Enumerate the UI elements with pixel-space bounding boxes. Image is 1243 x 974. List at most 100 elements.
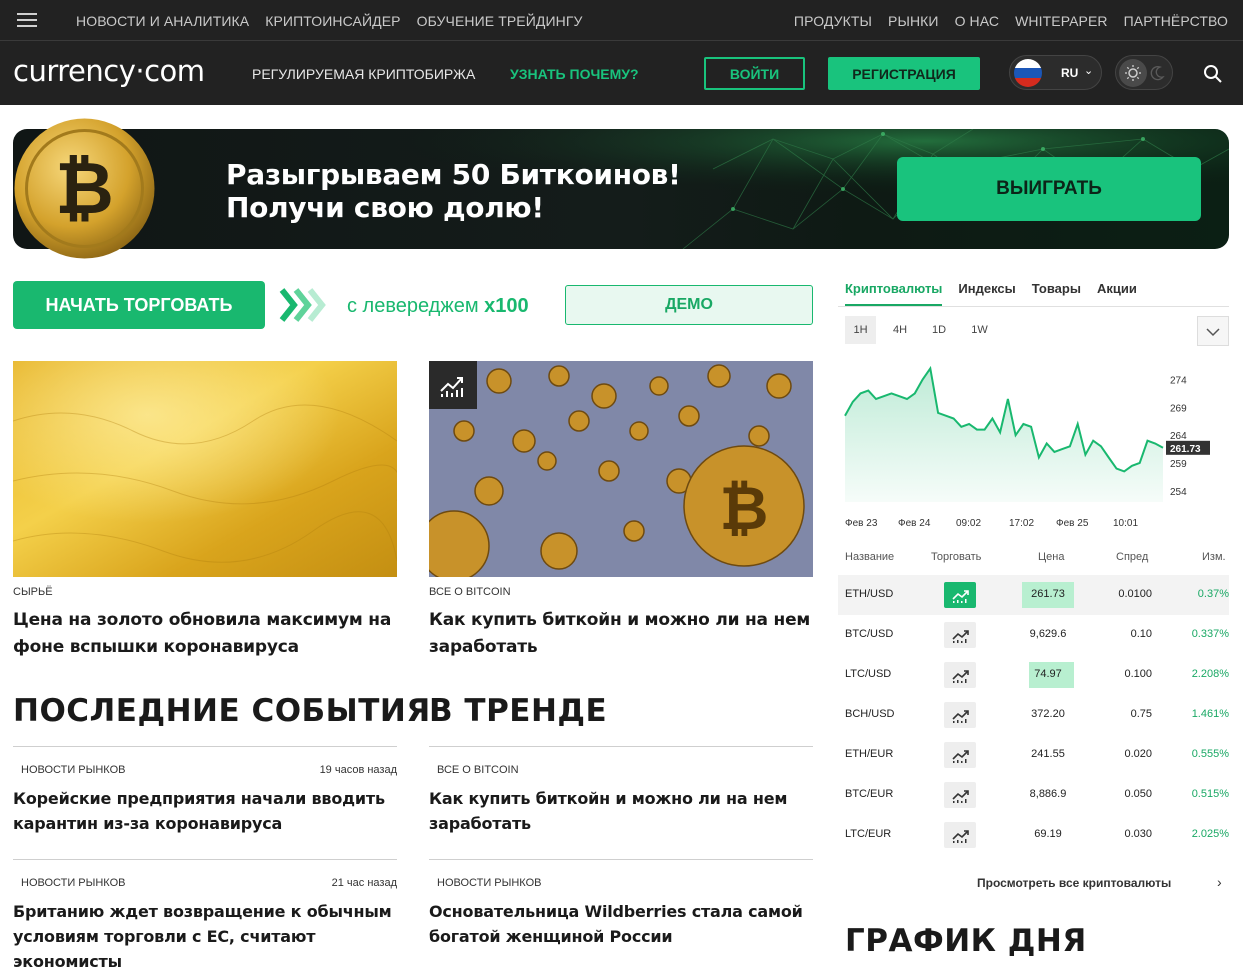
pair-name[interactable]: ETH/EUR	[845, 748, 893, 760]
price-value: 261.73	[1031, 588, 1065, 600]
tab-indices[interactable]: Индексы	[958, 281, 1015, 306]
news-category[interactable]: НОВОСТИ РЫНКОВ	[437, 877, 541, 889]
pair-name[interactable]: LTC/USD	[845, 668, 891, 680]
news-title[interactable]: Основательница Wildberries стала самой б…	[429, 899, 813, 949]
card-title[interactable]: Как купить биткойн и можно ли на нем зар…	[429, 607, 813, 661]
period-1d[interactable]: 1D	[924, 316, 954, 344]
news-category[interactable]: НОВОСТИ РЫНКОВ	[21, 764, 125, 776]
table-row[interactable]: ETH/EUR 241.55 0.020 0.555%	[838, 735, 1229, 775]
view-all-crypto-link[interactable]: Просмотреть все криптовалюты	[977, 876, 1171, 890]
sun-icon	[1119, 59, 1147, 87]
divider	[13, 746, 397, 747]
news-category[interactable]: НОВОСТИ РЫНКОВ	[21, 877, 125, 889]
card-category[interactable]: СЫРЬЁ	[13, 586, 53, 598]
trade-chart-icon[interactable]	[944, 702, 976, 728]
nav-crypto-insider[interactable]: КРИПТОИНСАЙДЕР	[265, 13, 400, 29]
language-code: RU	[1061, 66, 1079, 80]
tab-crypto[interactable]: Криптовалюты	[845, 281, 943, 306]
tab-stocks[interactable]: Акции	[1097, 281, 1137, 306]
news-time: 21 час назад	[331, 877, 397, 889]
nav-trading-education[interactable]: ОБУЧЕНИЕ ТРЕЙДИНГУ	[417, 13, 583, 29]
price-chart[interactable]: 274 269 264 259 254 261.73	[838, 356, 1229, 536]
spread-value: 0.100	[1124, 668, 1152, 680]
col-name: Название	[845, 551, 895, 563]
chevron-right-icon[interactable]: ›	[1217, 874, 1222, 890]
start-trading-button[interactable]: НАЧАТЬ ТОРГОВАТЬ	[13, 281, 265, 329]
table-row[interactable]: BTC/EUR 8,886.9 0.050 0.515%	[838, 775, 1229, 815]
bitcoin-article-image[interactable]: ₿	[429, 361, 813, 577]
header-tagline: РЕГУЛИРУЕМАЯ КРИПТОБИРЖА	[252, 66, 476, 82]
table-row[interactable]: ETH/USD 261.73 0.0100 0.37%	[838, 575, 1229, 615]
table-row[interactable]: LTC/USD 74.97 0.100 2.208%	[838, 655, 1229, 695]
card-category[interactable]: ВСЕ О BITCOIN	[429, 586, 511, 598]
card-title[interactable]: Цена на золото обновила максимум на фоне…	[13, 607, 397, 661]
pair-name[interactable]: BCH/USD	[845, 708, 895, 720]
table-row[interactable]: LTC/EUR 69.19 0.030 2.025%	[838, 815, 1229, 855]
tab-commodities[interactable]: Товары	[1032, 281, 1081, 306]
menu-icon[interactable]	[17, 13, 37, 27]
period-1w[interactable]: 1W	[964, 316, 995, 344]
banner-title: Разыгрываем 50 Биткоинов! Получи свою до…	[226, 158, 681, 224]
top-nav-right: ПРОДУКТЫ РЫНКИ О НАС WHITEPAPER ПАРТНЁРС…	[794, 0, 1228, 41]
search-icon[interactable]	[1203, 64, 1223, 84]
nav-partnership[interactable]: ПАРТНЁРСТВО	[1124, 13, 1228, 29]
trade-chart-icon[interactable]	[944, 822, 976, 848]
news-title[interactable]: Как купить биткойн и можно ли на нем зар…	[429, 786, 813, 836]
col-price: Цена	[1038, 551, 1065, 563]
news-title[interactable]: Британию ждет возвращение к обычным усло…	[13, 899, 397, 974]
nav-whitepaper[interactable]: WHITEPAPER	[1015, 13, 1108, 29]
market-tabs: Криптовалюты Индексы Товары Акции	[845, 281, 1137, 306]
trade-chart-icon[interactable]	[944, 782, 976, 808]
login-button[interactable]: ВОЙТИ	[704, 57, 805, 90]
col-trade: Торговать	[931, 551, 982, 563]
trade-chart-icon[interactable]	[944, 662, 976, 688]
theme-toggle[interactable]	[1115, 55, 1173, 90]
spread-value: 0.10	[1130, 628, 1152, 640]
spread-value: 0.75	[1130, 708, 1152, 720]
language-selector[interactable]: RU ⌄	[1009, 55, 1102, 90]
pair-name[interactable]: BTC/EUR	[845, 788, 893, 800]
russia-flag-icon	[1014, 59, 1042, 87]
nav-products[interactable]: ПРОДУКТЫ	[794, 13, 872, 29]
chevron-down-icon	[1206, 328, 1220, 337]
chart-dropdown[interactable]	[1197, 316, 1229, 346]
bitcoin-coin-image: ₿	[14, 118, 155, 259]
pair-name[interactable]: BTC/USD	[845, 628, 893, 640]
pair-name[interactable]: ETH/USD	[845, 588, 893, 600]
top-nav-left: НОВОСТИ И АНАЛИТИКА КРИПТОИНСАЙДЕР ОБУЧЕ…	[76, 0, 583, 41]
demo-button[interactable]: ДЕМО	[565, 285, 813, 325]
nav-markets[interactable]: РЫНКИ	[888, 13, 939, 29]
period-4h[interactable]: 4H	[885, 316, 915, 344]
site-header: currency·com РЕГУЛИРУЕМАЯ КРИПТОБИРЖА УЗ…	[0, 41, 1243, 105]
top-navigation: НОВОСТИ И АНАЛИТИКА КРИПТОИНСАЙДЕР ОБУЧЕ…	[0, 0, 1243, 41]
gold-article-image[interactable]	[13, 361, 397, 577]
trade-chart-icon[interactable]	[944, 622, 976, 648]
trending-title: В ТРЕНДЕ	[429, 693, 608, 729]
pair-name[interactable]: LTC/EUR	[845, 828, 891, 840]
nav-news-analytics[interactable]: НОВОСТИ И АНАЛИТИКА	[76, 13, 249, 29]
y-tick-label: 259	[1170, 459, 1187, 470]
price-value: 8,886.9	[1029, 788, 1067, 800]
table-row[interactable]: BCH/USD 372.20 0.75 1.461%	[838, 695, 1229, 735]
news-time: 19 часов назад	[319, 764, 397, 776]
nav-about[interactable]: О НАС	[955, 13, 1000, 29]
news-category[interactable]: ВСЕ О BITCOIN	[437, 764, 519, 776]
price-value: 69.19	[1034, 828, 1062, 840]
win-button[interactable]: ВЫИГРАТЬ	[897, 157, 1201, 221]
register-button[interactable]: РЕГИСТРАЦИЯ	[828, 57, 980, 90]
x-tick-label: Фев 23	[845, 518, 878, 529]
trade-chart-icon[interactable]	[944, 742, 976, 768]
col-change: Изм.	[1202, 551, 1226, 563]
divider	[429, 859, 813, 860]
site-logo[interactable]: currency·com	[13, 54, 205, 88]
change-value: 0.515%	[1191, 788, 1229, 800]
change-value: 0.555%	[1191, 748, 1229, 760]
learn-why-link[interactable]: УЗНАТЬ ПОЧЕМУ?	[510, 66, 639, 82]
chart-area	[845, 368, 1163, 502]
table-row[interactable]: BTC/USD 9,629.6 0.10 0.337%	[838, 615, 1229, 655]
x-tick-label: Фев 25	[1056, 518, 1089, 529]
trade-chart-icon[interactable]	[944, 582, 976, 608]
news-title[interactable]: Корейские предприятия начали вводить кар…	[13, 786, 397, 836]
moon-icon	[1150, 65, 1165, 81]
period-1h[interactable]: 1H	[845, 316, 876, 344]
